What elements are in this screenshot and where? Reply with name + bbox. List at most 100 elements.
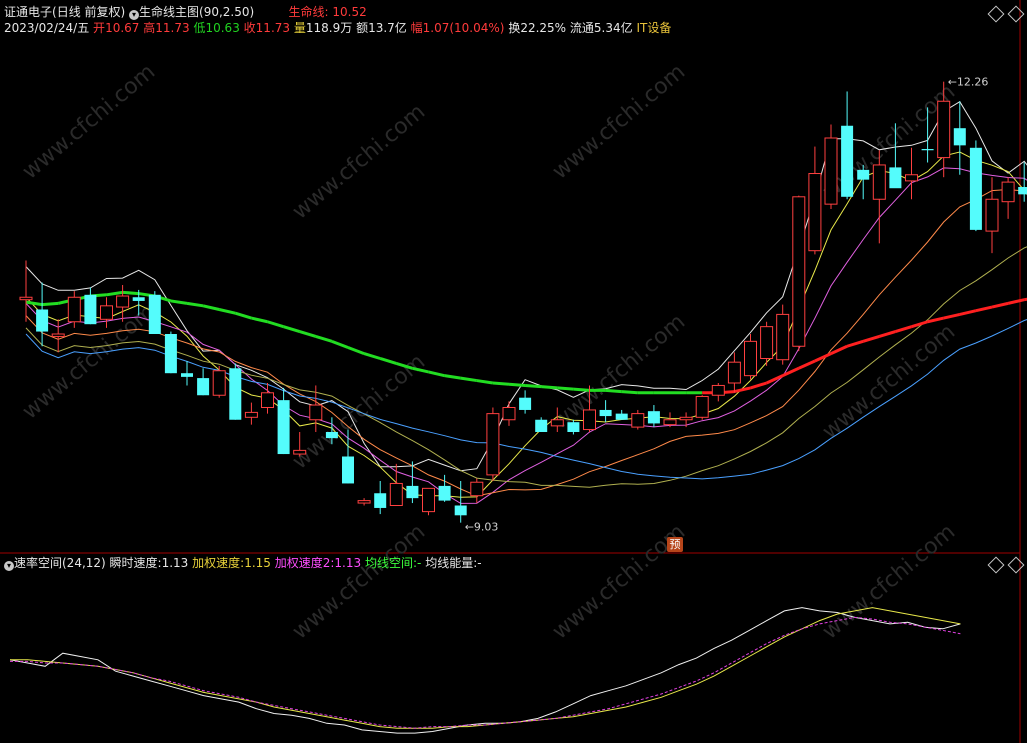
instant-speed-label: 瞬时速度:: [109, 556, 162, 570]
low-annotation: ←9.03: [465, 521, 499, 534]
candle-body-50: [824, 137, 838, 205]
candle-body-57: [937, 100, 951, 159]
change-value: 1.07(10.04%): [422, 21, 505, 35]
lifeline-seg-37: [605, 388, 622, 394]
forecast-badge[interactable]: 预: [667, 537, 683, 552]
candle-body-9: [164, 334, 177, 374]
candle-body-0: [19, 296, 33, 301]
lifeline-seg-34: [557, 386, 574, 391]
sector-value[interactable]: IT设备: [636, 21, 671, 35]
candle-body-36: [599, 409, 612, 417]
candle-body-45: [744, 340, 757, 377]
candle-body-54: [889, 167, 902, 189]
avg-space-value: -: [417, 556, 422, 570]
candle-body-43: [711, 384, 725, 396]
candle-body-1: [36, 309, 49, 332]
candle-body-29: [486, 413, 500, 476]
lifeline-seg-20: [331, 339, 349, 349]
lifeline-seg-14: [234, 311, 252, 320]
high-value: 11.73: [155, 21, 190, 35]
change-label: 幅: [410, 21, 423, 35]
candle-body-17: [293, 449, 307, 455]
lifeline-seg-33: [541, 385, 558, 390]
low-label: 低: [193, 21, 206, 35]
lifeline-seg-11: [186, 301, 204, 308]
lifeline-seg-30: [492, 381, 510, 386]
candle-body-8: [148, 294, 161, 334]
candle-body-60: [985, 198, 999, 232]
volume-label: 量: [293, 21, 306, 35]
candle-body-28: [470, 481, 484, 497]
lifeline-seg-32: [524, 383, 542, 389]
quote-date: 2023/02/24/五: [4, 21, 90, 35]
open-value: 10.67: [105, 21, 140, 35]
watermark-0: www.cfchi.com: [18, 59, 160, 184]
lifeline-seg-59: [959, 309, 977, 316]
lifeline-seg-6: [106, 290, 123, 297]
candle-body-22: [374, 493, 387, 508]
weighted-speed2-label: 加权速度2:: [274, 556, 335, 570]
candle-body-5: [100, 305, 113, 320]
low-value: 10.63: [205, 21, 240, 35]
candle-body-49: [808, 173, 822, 252]
candle-body-12: [212, 370, 226, 396]
candle-body-47: [776, 313, 790, 361]
lifeline-seg-10: [170, 299, 188, 305]
stock-name[interactable]: 证通电子: [4, 5, 52, 19]
lifeline-seg-15: [251, 316, 268, 324]
close-value: 11.73: [255, 21, 291, 35]
lifeline-seg-62: [1007, 298, 1025, 305]
watermark-8: www.cfchi.com: [288, 519, 430, 644]
candle-body-2: [51, 333, 65, 337]
candle-body-6: [116, 295, 130, 308]
candle-body-27: [454, 505, 467, 516]
lifeline-seg-13: [218, 308, 236, 315]
volume-value: 118.9万: [305, 21, 353, 35]
candle-body-19: [325, 432, 338, 439]
lifeline-seg-38: [621, 390, 638, 395]
watermark-4: www.cfchi.com: [548, 59, 690, 184]
avg-energy-value: -: [477, 556, 482, 570]
candle-body-56: [921, 149, 934, 151]
candle-body-53: [872, 164, 886, 200]
candle-body-14: [244, 411, 258, 418]
candle-body-3: [67, 296, 81, 323]
lifeline-seg-19: [315, 335, 333, 343]
candle-body-52: [857, 169, 870, 180]
turnover-value: 换22.25%: [508, 21, 567, 35]
period-mode[interactable]: (日线 前复权): [52, 5, 125, 19]
weighted-speed2-line: [10, 616, 961, 729]
lifeline-seg-60: [975, 305, 993, 313]
main-indicator[interactable]: 生命线主图(90,2.50): [139, 5, 254, 19]
lifeline-seg-52: [846, 339, 864, 348]
indicator-circle-icon[interactable]: ▾: [129, 10, 140, 20]
lifeline-seg-35: [573, 387, 590, 392]
sub-indicator-circle-icon[interactable]: ▾: [4, 561, 14, 571]
amount-value: 额13.7亿: [356, 21, 407, 35]
candle-body-4: [84, 294, 97, 325]
weighted-speed-label: 加权速度:: [192, 556, 245, 570]
candle-body-39: [647, 411, 660, 424]
weighted-speed2-value: 1.13: [334, 556, 362, 570]
lifeline-seg-27: [444, 374, 461, 380]
lifeline-seg-53: [862, 335, 880, 343]
sub-indicator[interactable]: 速率空间(24,12): [14, 556, 106, 570]
watermark-10: www.cfchi.com: [818, 519, 960, 644]
lifeline-seg-49: [798, 359, 816, 370]
candle-body-55: [905, 174, 918, 182]
kline-chart[interactable]: www.cfchi.com www.cfchi.com www.cfchi.com w…: [0, 0, 1027, 743]
lifeline-seg-23: [379, 357, 397, 365]
candle-body-33: [550, 419, 564, 427]
candle-body-61: [1001, 181, 1015, 203]
weighted-speed-value: 1.15: [244, 556, 271, 570]
lifeline-seg-22: [363, 352, 381, 360]
lifeline-seg-61: [991, 301, 1009, 309]
lifeline-seg-1: [25, 300, 43, 307]
lifeline-seg-18: [299, 330, 317, 338]
candle-body-46: [760, 326, 774, 359]
high-annotation: ←12.26: [948, 76, 989, 89]
candle-body-13: [229, 368, 242, 420]
candle-body-40: [663, 419, 677, 426]
candle-body-21: [357, 500, 371, 504]
lifeline-seg-26: [428, 370, 445, 378]
